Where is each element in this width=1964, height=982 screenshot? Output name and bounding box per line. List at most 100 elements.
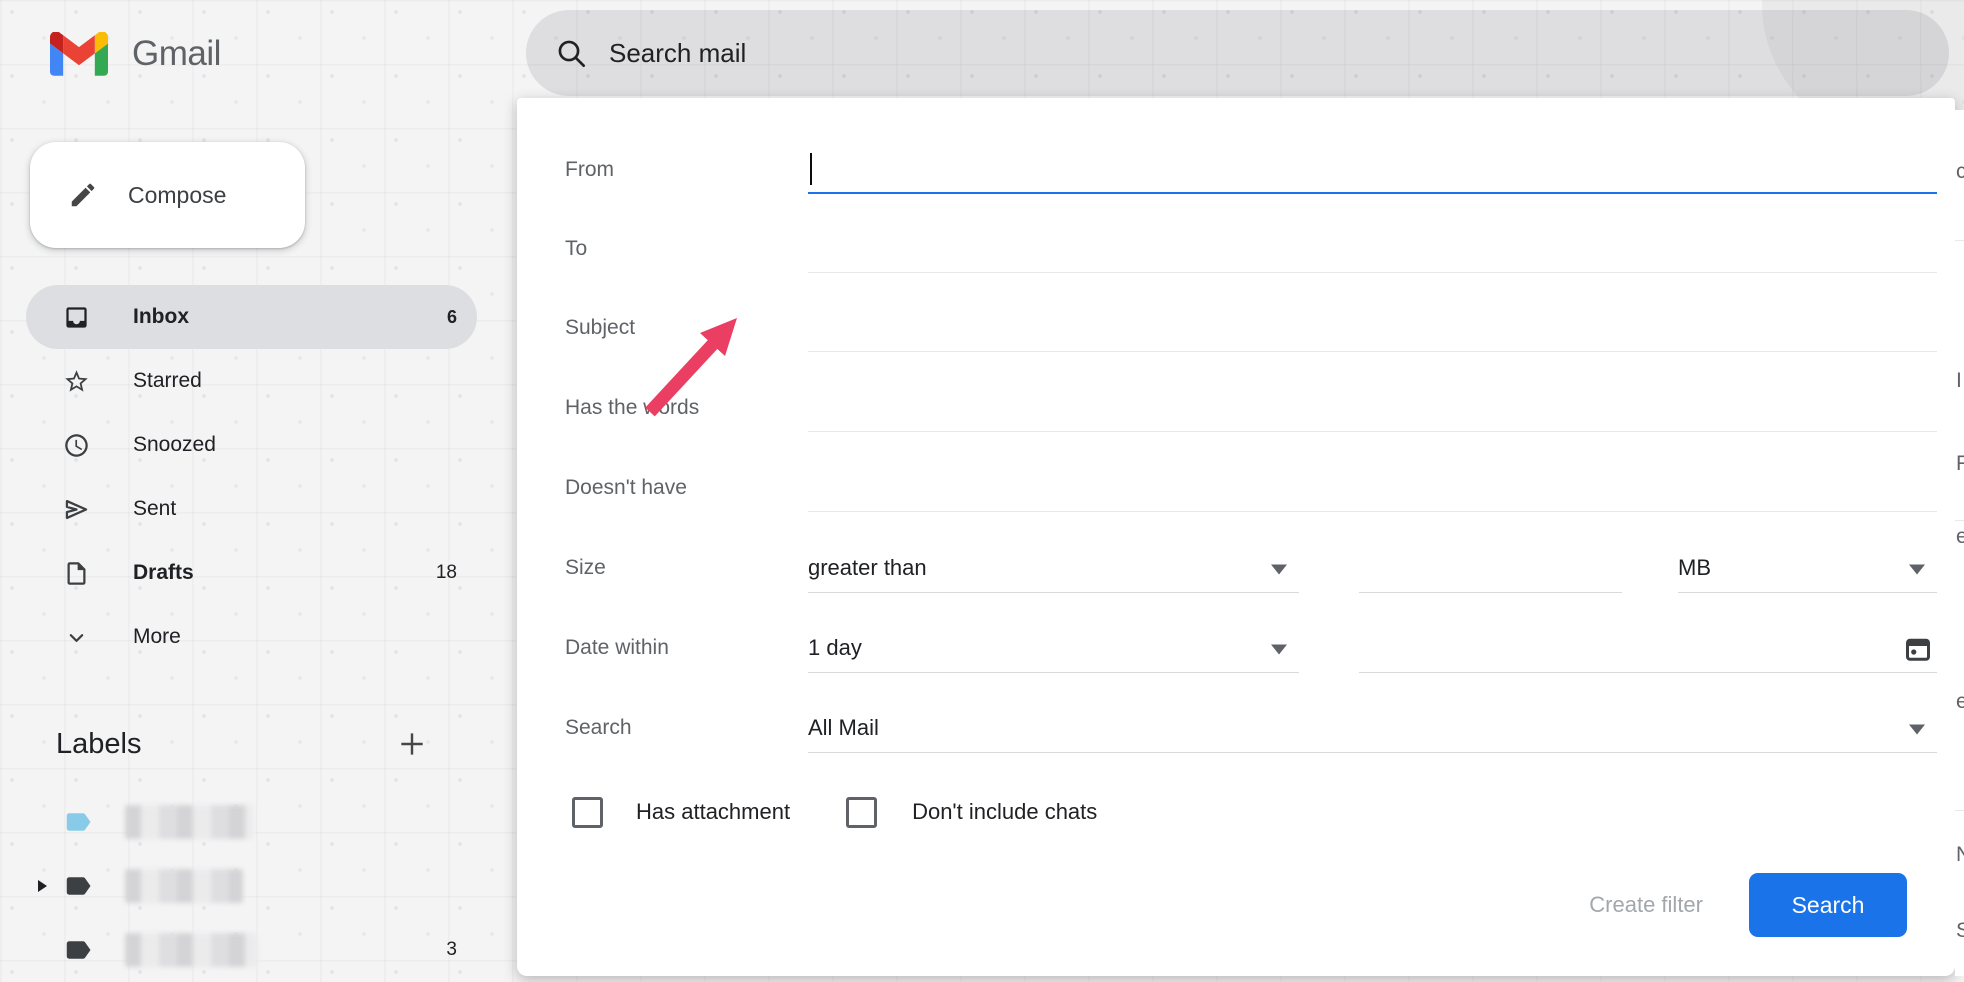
- sidebar-item-more[interactable]: More: [26, 605, 477, 669]
- advanced-search-panel: From To Subject Has the words Doesn't ha…: [517, 98, 1955, 976]
- text-cursor: [810, 153, 812, 185]
- calendar-icon[interactable]: [1903, 634, 1933, 664]
- create-filter-button[interactable]: Create filter: [1589, 892, 1703, 918]
- has-attachment-checkbox[interactable]: [572, 797, 603, 828]
- form-row-to: To: [565, 225, 1937, 273]
- sidebar-item-sent[interactable]: Sent: [26, 477, 477, 541]
- compose-button[interactable]: Compose: [30, 142, 305, 248]
- sidebar-item-label: Sent: [133, 497, 176, 521]
- field-label: Doesn't have: [565, 464, 808, 512]
- clipped-text: N: [1956, 843, 1964, 867]
- form-row-search-scope: Search All Mail: [565, 704, 1937, 752]
- sidebar-item-label: More: [133, 625, 181, 649]
- sidebar-item-label: Inbox: [133, 305, 189, 329]
- clipped-text: e: [1956, 525, 1964, 549]
- field-label: Size: [565, 544, 808, 592]
- clipped-text: I: [1956, 369, 1962, 393]
- doesnt-have-input[interactable]: [808, 464, 1937, 512]
- has-words-input[interactable]: [808, 384, 1937, 432]
- inbox-icon: [63, 304, 90, 331]
- gmail-logo-text: Gmail: [132, 34, 221, 74]
- clock-icon: [63, 432, 90, 459]
- gmail-app: { "app": { "title": "Gmail" }, "sidebar"…: [0, 0, 1964, 976]
- sidebar: Gmail Compose Inbox 6 Starred Snoozed: [0, 0, 513, 976]
- labels-list: 3: [26, 790, 477, 982]
- labels-section-header: Labels: [56, 718, 456, 770]
- label-tag-icon: [63, 807, 93, 837]
- expander-arrow-icon[interactable]: [38, 880, 47, 892]
- redacted-label-text: [125, 805, 253, 839]
- search-button[interactable]: Search: [1749, 873, 1907, 937]
- label-tag-icon: [63, 935, 93, 965]
- size-operator-dropdown[interactable]: greater than: [808, 544, 1299, 593]
- sidebar-label-redacted-3[interactable]: 3: [26, 918, 477, 982]
- gmail-logo-icon: [50, 32, 108, 76]
- checkbox-row: Has attachment Don't include chats: [565, 787, 1097, 837]
- chevron-down-icon: [63, 624, 90, 651]
- sidebar-item-label: Drafts: [133, 561, 194, 585]
- labels-title: Labels: [56, 728, 141, 761]
- pencil-icon: [68, 180, 98, 210]
- subject-input[interactable]: [808, 304, 1937, 352]
- sidebar-item-label: Snoozed: [133, 433, 216, 457]
- form-row-has-words: Has the words: [565, 384, 1937, 432]
- dropdown-arrow-icon: [1271, 645, 1287, 655]
- form-row-from: From: [565, 146, 1937, 194]
- clipped-background-content: c I F e e N S: [1955, 110, 1964, 976]
- field-label: From: [565, 146, 808, 194]
- redacted-label-text: [125, 933, 257, 967]
- sidebar-label-redacted-1[interactable]: [26, 790, 477, 854]
- plus-icon[interactable]: [396, 728, 428, 760]
- draft-icon: [63, 560, 90, 587]
- from-input[interactable]: [808, 146, 1937, 194]
- sidebar-item-drafts[interactable]: Drafts 18: [26, 541, 477, 605]
- redacted-label-text: [125, 869, 243, 903]
- label-tag-icon: [63, 871, 93, 901]
- field-label: Subject: [565, 304, 808, 352]
- inbox-count-badge: 6: [447, 307, 457, 328]
- send-icon: [63, 496, 90, 523]
- clipped-text: c: [1956, 160, 1964, 184]
- search-mail-bar[interactable]: Search mail: [526, 10, 1949, 96]
- date-range-dropdown[interactable]: 1 day: [808, 624, 1299, 673]
- sidebar-nav: Inbox 6 Starred Snoozed Sent: [26, 285, 477, 669]
- form-row-doesnt-have: Doesn't have: [565, 464, 1937, 512]
- size-operator-value: greater than: [808, 555, 927, 581]
- compose-label: Compose: [128, 182, 226, 209]
- clipped-text: S: [1956, 919, 1964, 943]
- sidebar-label-redacted-2[interactable]: [26, 854, 477, 918]
- has-attachment-label[interactable]: Has attachment: [636, 799, 790, 825]
- date-input[interactable]: [1359, 624, 1937, 673]
- sidebar-item-starred[interactable]: Starred: [26, 349, 477, 413]
- search-scope-dropdown[interactable]: All Mail: [808, 704, 1937, 753]
- dropdown-arrow-icon: [1271, 565, 1287, 575]
- search-placeholder: Search mail: [609, 38, 746, 69]
- drafts-count-badge: 18: [436, 562, 457, 584]
- dropdown-arrow-icon: [1909, 725, 1925, 735]
- star-icon: [63, 368, 90, 395]
- field-label: Has the words: [565, 384, 808, 432]
- form-row-size: Size greater than MB: [565, 544, 1937, 592]
- search-icon[interactable]: [555, 37, 587, 69]
- size-amount-input[interactable]: [1359, 544, 1622, 593]
- dropdown-arrow-icon: [1909, 565, 1925, 575]
- date-range-value: 1 day: [808, 635, 862, 661]
- sidebar-item-label: Starred: [133, 369, 202, 393]
- size-unit-value: MB: [1678, 555, 1711, 581]
- field-label: To: [565, 225, 808, 273]
- form-row-subject: Subject: [565, 304, 1937, 352]
- dont-include-chats-label[interactable]: Don't include chats: [912, 799, 1097, 825]
- gmail-logo[interactable]: Gmail: [50, 32, 221, 76]
- sidebar-item-snoozed[interactable]: Snoozed: [26, 413, 477, 477]
- button-row: Create filter Search: [1589, 872, 1907, 938]
- sidebar-item-inbox[interactable]: Inbox 6: [26, 285, 477, 349]
- dont-include-chats-checkbox[interactable]: [846, 797, 877, 828]
- size-unit-dropdown[interactable]: MB: [1678, 544, 1937, 593]
- search-scope-value: All Mail: [808, 715, 879, 741]
- clipped-text: e: [1956, 690, 1964, 714]
- clipped-text: F: [1956, 452, 1964, 476]
- label-count-badge: 3: [446, 939, 457, 961]
- to-input[interactable]: [808, 225, 1937, 273]
- field-label: Search: [565, 704, 808, 752]
- field-label: Date within: [565, 624, 808, 672]
